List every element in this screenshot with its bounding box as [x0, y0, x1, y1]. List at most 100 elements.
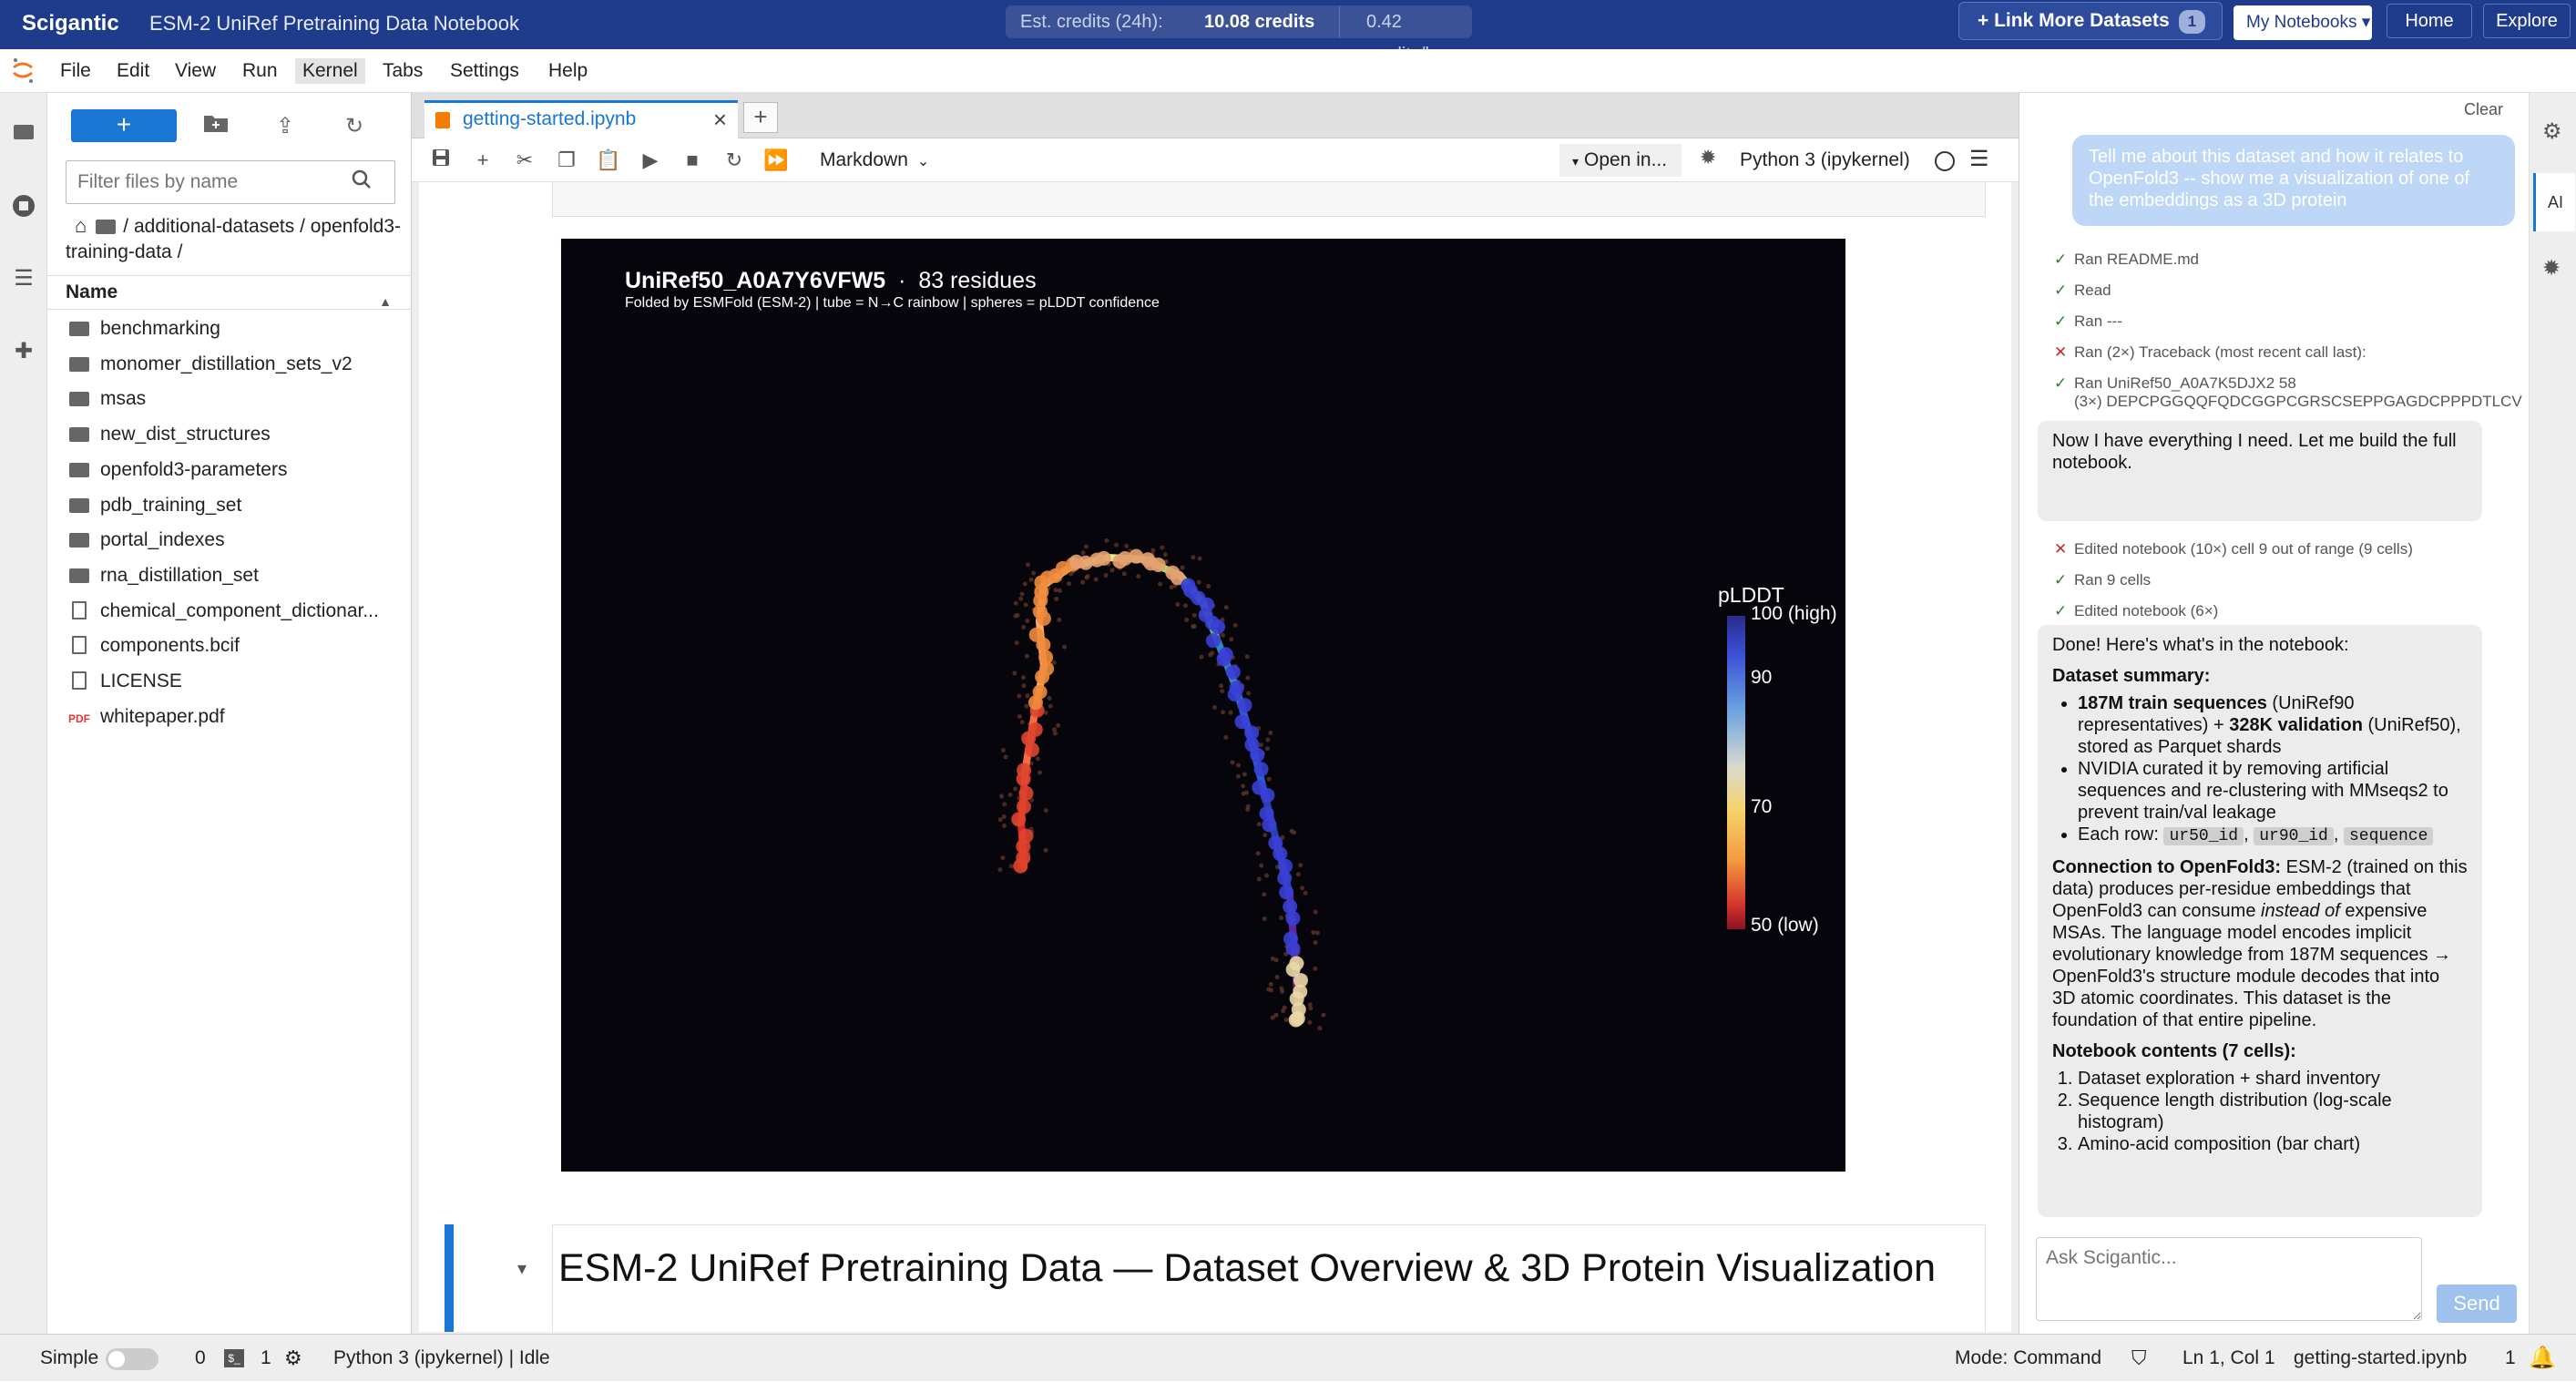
- tool-step[interactable]: ✕ Edited notebook (10×) cell 9 out of ran…: [2054, 539, 2413, 559]
- stop-icon[interactable]: ■: [678, 146, 707, 175]
- new-tab-button[interactable]: +: [743, 102, 778, 133]
- sidechain-dot: [1104, 537, 1109, 543]
- home-button[interactable]: Home: [2387, 4, 2472, 38]
- tool-step[interactable]: ✓ Ran README.md: [2054, 250, 2199, 270]
- menu-edit[interactable]: Edit: [109, 58, 157, 84]
- chat-input[interactable]: [2036, 1237, 2422, 1321]
- file-list-header-name[interactable]: Name ▲: [47, 275, 412, 310]
- upload-icon[interactable]: ⇪: [270, 111, 301, 142]
- restart-icon[interactable]: ↻: [720, 146, 749, 175]
- copy-icon[interactable]: ❐: [552, 146, 581, 175]
- tool-step[interactable]: ✕ Ran (2×) Traceback (most recent call la…: [2054, 343, 2366, 363]
- folder-row[interactable]: new_dist_structures: [47, 417, 412, 452]
- folder-row[interactable]: pdb_training_set: [47, 488, 412, 523]
- status-bar: Simple 0 $_ 1 ⚙ Python 3 (ipykernel) | I…: [0, 1334, 2576, 1381]
- sidechain-dot: [1313, 940, 1318, 946]
- sidechain-dot: [1313, 909, 1318, 915]
- collapse-heading-icon[interactable]: ▾: [517, 1257, 526, 1280]
- folder-row[interactable]: openfold3-parameters: [47, 453, 412, 487]
- tool-step-text: Ran (2×) Traceback (most recent call las…: [2074, 343, 2366, 361]
- jupyter-logo-icon: [13, 58, 33, 83]
- extensions-icon[interactable]: ✚: [11, 339, 36, 364]
- notebook-panel[interactable]: UniRef50_A0A7Y6VFW5 · 83 residues Folded…: [419, 182, 2011, 1332]
- send-button[interactable]: Send: [2437, 1285, 2517, 1323]
- tool-step[interactable]: ✓ Edited notebook (6×): [2054, 601, 2218, 621]
- ai-panel-tab-icon[interactable]: AI: [2533, 173, 2575, 231]
- simple-mode-toggle[interactable]: [106, 1348, 158, 1370]
- run-icon[interactable]: ▶: [636, 146, 665, 175]
- file-filter-input[interactable]: [66, 160, 395, 204]
- brand-logo[interactable]: Scigantic: [22, 5, 119, 42]
- code-span: ur50_id: [2163, 827, 2244, 845]
- menu-kernel[interactable]: Kernel: [295, 58, 365, 84]
- cursor-position[interactable]: Ln 1, Col 1: [2182, 1335, 2275, 1382]
- running-sessions-icon[interactable]: [11, 193, 36, 219]
- my-notebooks-button[interactable]: My Notebooks ▾: [2234, 5, 2372, 40]
- folder-row[interactable]: benchmarking: [47, 312, 412, 346]
- run-all-icon[interactable]: ⏩: [762, 146, 791, 175]
- new-folder-icon[interactable]: [200, 111, 231, 142]
- debugger-icon[interactable]: ✹: [1700, 146, 1716, 169]
- close-icon[interactable]: ×: [713, 103, 727, 136]
- terminal-icon[interactable]: $_: [224, 1349, 244, 1367]
- file-row[interactable]: chemical_component_dictionar...: [47, 594, 412, 629]
- explore-button[interactable]: Explore: [2483, 4, 2571, 38]
- file-row[interactable]: PDF whitepaper.pdf: [47, 700, 412, 734]
- tool-step[interactable]: ✓ Ran ---: [2054, 312, 2122, 332]
- home-icon[interactable]: ⌂: [75, 213, 87, 239]
- tool-step[interactable]: ✓ Ran 9 cells: [2054, 570, 2151, 590]
- menu-view[interactable]: View: [168, 58, 223, 84]
- menu-tabs[interactable]: Tabs: [375, 58, 430, 84]
- terminals-count[interactable]: 0: [195, 1335, 206, 1382]
- folder-row[interactable]: monomer_distillation_sets_v2: [47, 347, 412, 382]
- notifications-count[interactable]: 1: [2505, 1335, 2516, 1382]
- paste-icon[interactable]: 📋: [594, 146, 623, 175]
- folder-row[interactable]: portal_indexes: [47, 523, 412, 558]
- clear-chat-button[interactable]: Clear: [2464, 100, 2503, 119]
- sidechain-dot: [1003, 754, 1008, 760]
- menu-settings[interactable]: Settings: [443, 58, 526, 84]
- shield-icon[interactable]: ⛉: [2131, 1335, 2147, 1382]
- link-datasets-label: + Link More Datasets: [1978, 10, 2170, 31]
- folder-row[interactable]: rna_distillation_set: [47, 558, 412, 593]
- sidechain-dot: [1307, 1002, 1313, 1008]
- sidechain-dot: [1028, 577, 1034, 582]
- cell-type-select[interactable]: Markdown ⌄: [820, 146, 929, 175]
- open-in-button[interactable]: ▾ Open in...: [1559, 144, 1682, 177]
- cut-icon[interactable]: ✂: [510, 146, 539, 175]
- file-name: chemical_component_dictionar...: [100, 599, 379, 621]
- menu-run[interactable]: Run: [235, 58, 285, 84]
- folder-row[interactable]: msas: [47, 382, 412, 416]
- markdown-cell[interactable]: ESM-2 UniRef Pretraining Data — Dataset …: [552, 1224, 1986, 1332]
- mode-indicator[interactable]: Mode: Command: [1955, 1335, 2101, 1382]
- tool-step[interactable]: (3×) DEPCPGGQQFQDCGGPCGRSCSEPPGAGDCPPPDT…: [2054, 392, 2522, 412]
- folder-icon[interactable]: [11, 118, 36, 144]
- sidechain-dot: [1024, 653, 1029, 659]
- bell-icon[interactable]: 🔔: [2529, 1335, 2556, 1382]
- tool-step[interactable]: ✓ Ran UniRef50_A0A7K5DJX2 58: [2054, 374, 2296, 394]
- new-launcher-button[interactable]: +: [71, 109, 177, 142]
- tab-getting-started[interactable]: getting-started.ipynb ×: [424, 100, 738, 138]
- breadcrumb-path[interactable]: / additional-datasets / openfold3-traini…: [66, 216, 401, 262]
- debugger-icon[interactable]: ✹: [2542, 255, 2561, 282]
- breadcrumb[interactable]: ⌂ / additional-datasets / openfold3-train…: [66, 213, 403, 265]
- file-row[interactable]: components.bcif: [47, 629, 412, 663]
- file-name: new_dist_structures: [100, 424, 271, 445]
- refresh-icon[interactable]: ↻: [339, 111, 370, 142]
- kernel-status[interactable]: Python 3 (ipykernel) | Idle: [333, 1335, 550, 1382]
- kernels-count[interactable]: 1: [261, 1335, 271, 1382]
- property-inspector-icon[interactable]: ⚙: [2542, 118, 2562, 145]
- menu-icon[interactable]: ☰: [1969, 146, 1989, 172]
- menu-help[interactable]: Help: [541, 58, 595, 84]
- link-more-datasets-button[interactable]: + Link More Datasets 1: [1958, 2, 2223, 40]
- tool-step[interactable]: ✓ Read: [2054, 281, 2111, 301]
- table-of-contents-icon[interactable]: ☰: [11, 266, 36, 292]
- previous-cell[interactable]: [552, 182, 1986, 217]
- kernel-icon[interactable]: ⚙: [284, 1335, 302, 1382]
- menu-file[interactable]: File: [53, 58, 98, 84]
- file-row[interactable]: LICENSE: [47, 664, 412, 699]
- kernel-name[interactable]: Python 3 (ipykernel): [1740, 144, 1910, 177]
- sidechain-dot: [1024, 703, 1029, 709]
- insert-cell-icon[interactable]: +: [468, 146, 497, 175]
- save-icon[interactable]: [426, 146, 455, 175]
